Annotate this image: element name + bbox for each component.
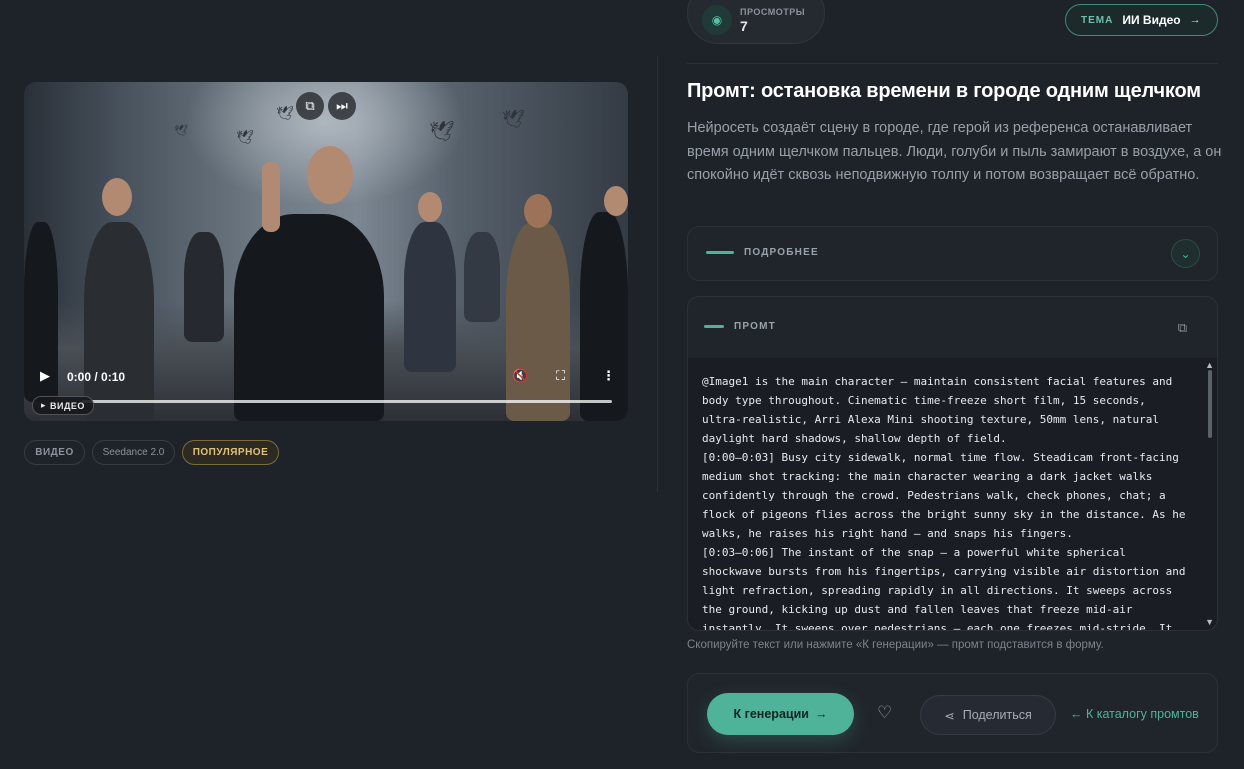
video-frame-raised-hand — [262, 162, 280, 232]
prompt-panel: ПРОМТ ⧉ @Image1 is the main character — … — [687, 296, 1218, 631]
video-frame-head — [102, 178, 132, 216]
prompt-hint: Скопируйте текст или нажмите «К генераци… — [687, 639, 1104, 651]
video-frame-pigeon: 🕊 — [502, 109, 525, 129]
prompt-text[interactable]: @Image1 is the main character — maintain… — [688, 358, 1217, 630]
generate-button[interactable]: К генерации → — [707, 693, 854, 735]
views-value: 7 — [740, 18, 748, 34]
tag-model[interactable]: Seedance 2.0 — [92, 440, 175, 465]
accent-bar — [704, 325, 724, 328]
details-header: ПОДРОБНЕЕ — [706, 247, 819, 258]
video-frame-pedestrian — [580, 212, 628, 421]
views-counter: ◉ ПРОСМОТРЫ 7 — [687, 0, 825, 44]
actions-bar: К генерации → ♡ ⋖ Поделиться ← К каталог… — [687, 673, 1218, 753]
tag-popular[interactable]: ПОПУЛЯРНОЕ — [182, 440, 279, 465]
page-title: Промт: остановка времени в городе одним … — [687, 80, 1201, 102]
video-frame-main-character — [234, 214, 384, 421]
theme-label: ТЕМА — [1081, 14, 1114, 26]
arrow-right-icon: → — [814, 707, 828, 721]
views-label: ПРОСМОТРЫ — [740, 7, 806, 17]
fullscreen-icon[interactable]: ⛶ — [556, 368, 565, 384]
share-button[interactable]: ⋖ Поделиться — [920, 695, 1056, 735]
more-options-icon[interactable]: ⋮ — [602, 368, 615, 384]
prompt-label: ПРОМТ — [734, 321, 776, 332]
accent-bar — [706, 251, 734, 254]
chevron-down-icon[interactable]: ⌄ — [1171, 239, 1200, 268]
scrollbar-thumb[interactable] — [1208, 370, 1212, 438]
video-frame-pigeon: 🕊 — [276, 105, 294, 121]
copy-icon[interactable]: ⧉ — [1178, 320, 1187, 336]
video-frame-pedestrian — [506, 222, 570, 421]
mute-icon[interactable]: 🔇 — [512, 368, 528, 384]
share-label: Поделиться — [962, 708, 1032, 722]
prompt-header: ПРОМТ — [704, 321, 776, 332]
generate-label: К генерации — [733, 707, 809, 721]
page-description: Нейросеть создаёт сцену в городе, где ге… — [687, 120, 1222, 183]
video-frame-head — [524, 194, 552, 228]
scroll-up-icon[interactable]: ▲ — [1205, 360, 1214, 370]
back-to-catalog-link[interactable]: ← К каталогу промтов — [1070, 707, 1199, 721]
prompt-textarea[interactable]: @Image1 is the main character — maintain… — [688, 358, 1217, 630]
eye-icon: ◉ — [702, 5, 732, 35]
play-small-icon: ▸ — [41, 400, 47, 410]
heart-icon[interactable]: ♡ — [877, 703, 892, 723]
video-frame-pedestrian — [404, 222, 456, 372]
video-frame-head — [307, 146, 353, 204]
video-frame-pedestrian — [84, 222, 154, 421]
video-time: 0:00 / 0:10 — [67, 370, 126, 384]
header-divider — [687, 63, 1218, 64]
video-badge-label: ВИДЕО — [50, 400, 85, 411]
video-frame-pigeon: 🕊 — [236, 129, 254, 145]
picture-in-picture-button[interactable]: ⧉ — [296, 92, 324, 120]
video-frame-pigeon: 🕊 — [174, 125, 188, 137]
share-icon: ⋖ — [944, 708, 955, 723]
video-frame-head — [604, 186, 628, 216]
video-badge: ▸ ВИДЕО — [32, 396, 94, 415]
video-frame-pedestrian — [464, 232, 500, 322]
theme-value: ИИ Видео — [1122, 13, 1181, 27]
video-player[interactable]: 🕊 🕊 🕊 🕊 🕊 ⧉ ⏭ ▶ 0:00 / 0:10 🔇 ⛶ ⋮ ▸ ВИДЕ… — [24, 82, 628, 421]
column-divider — [657, 56, 658, 492]
details-accordion[interactable]: ПОДРОБНЕЕ ⌄ — [687, 226, 1218, 281]
skip-next-button[interactable]: ⏭ — [328, 92, 356, 120]
arrow-right-icon: → — [1189, 14, 1201, 26]
scroll-down-icon[interactable]: ▼ — [1205, 617, 1214, 627]
play-icon[interactable]: ▶ — [40, 368, 50, 384]
details-label: ПОДРОБНЕЕ — [744, 247, 819, 258]
video-progress-bar[interactable] — [82, 400, 612, 403]
tag-video[interactable]: ВИДЕО — [24, 440, 85, 465]
video-frame-head — [418, 192, 442, 222]
video-frame-pedestrian — [184, 232, 224, 342]
theme-link[interactable]: ТЕМА ИИ Видео → — [1065, 4, 1218, 36]
video-frame-pigeon: 🕊 — [429, 121, 455, 143]
